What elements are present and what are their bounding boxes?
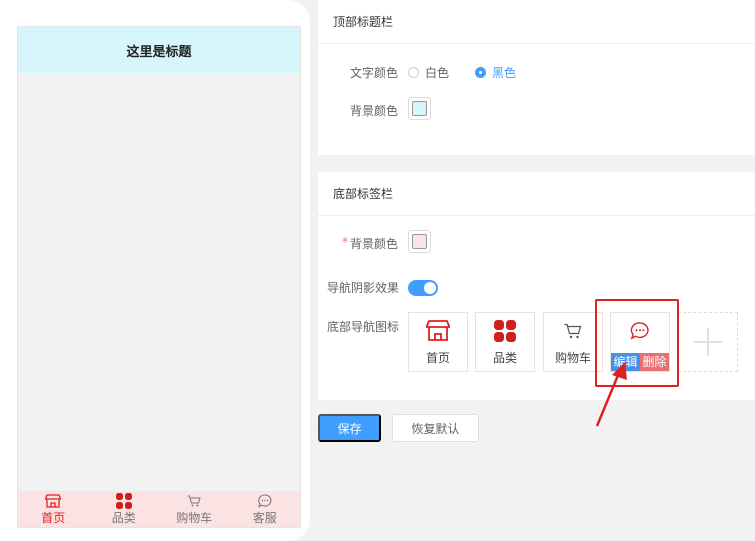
preview-tab-label: 首页 (41, 510, 66, 525)
category-grid-icon (494, 319, 516, 343)
top-bg-color-label: 背景颜色 (350, 104, 399, 118)
text-color-white-radio[interactable]: 白色 (408, 64, 449, 81)
preview-tab-home[interactable]: 首页 (18, 491, 89, 527)
color-preview (412, 101, 427, 116)
chat-icon (257, 493, 272, 509)
preview-tab-label: 购物车 (176, 510, 213, 525)
preview-tab-label: 品类 (111, 510, 136, 525)
radio-label: 白色 (425, 66, 450, 80)
text-color-label: 文字颜色 (350, 66, 399, 80)
bottom-bar-settings-panel: 底部标签栏 * 背景颜色 导航阴影效果 底部导航图标 首页 品类 购物车 编辑 … (318, 172, 755, 400)
annotation-arrow-icon (595, 362, 627, 427)
save-button[interactable]: 保存 (318, 414, 381, 442)
preview-header: 这里是标题 (18, 27, 300, 73)
preview-tab-cart[interactable]: 购物车 (159, 491, 230, 527)
nav-item-category[interactable]: 品类 (475, 312, 535, 372)
plus-icon (692, 328, 724, 356)
radio-dot (475, 67, 486, 78)
add-nav-item-button[interactable] (678, 312, 738, 372)
color-preview (412, 234, 427, 249)
store-icon (426, 319, 450, 343)
preview-tab-label: 客服 (252, 510, 277, 525)
cart-icon (187, 493, 201, 509)
top-bar-section-title: 顶部标题栏 (318, 0, 755, 44)
preview-tab-service[interactable]: 客服 (230, 491, 301, 527)
reset-default-button[interactable]: 恢复默认 (392, 414, 479, 442)
nav-item-label: 首页 (425, 350, 450, 365)
nav-icons-label: 底部导航图标 (327, 320, 400, 334)
preview-tab-category[interactable]: 品类 (89, 491, 160, 527)
store-icon (45, 493, 62, 509)
nav-item-label: 购物车 (554, 350, 591, 365)
cart-icon (564, 319, 582, 343)
top-bar-settings-panel: 顶部标题栏 文字颜色 白色 黑色 背景颜色 (318, 0, 755, 155)
preview-tabbar: 首页 品类 购物车 客服 (18, 491, 300, 527)
bottom-bg-color-label: 背景颜色 (350, 237, 399, 251)
nav-item-home[interactable]: 首页 (408, 312, 468, 372)
required-mark: * (342, 235, 348, 249)
text-color-black-radio[interactable]: 黑色 (475, 64, 516, 81)
nav-shadow-label: 导航阴影效果 (327, 281, 400, 295)
preview-header-title: 这里是标题 (126, 44, 192, 60)
bottom-bar-section-title: 底部标签栏 (318, 172, 755, 216)
category-grid-icon (115, 492, 132, 509)
nav-item-label: 品类 (492, 350, 517, 365)
radio-label: 黑色 (492, 66, 517, 80)
nav-shadow-toggle[interactable] (408, 280, 438, 296)
preview-screen: 这里是标题 首页 品类 购物车 客服 (17, 26, 301, 528)
phone-preview: 这里是标题 首页 品类 购物车 客服 (0, 0, 310, 541)
radio-dot (408, 67, 419, 78)
top-bg-color-picker[interactable] (408, 97, 431, 120)
bottom-bg-color-picker[interactable] (408, 230, 431, 253)
